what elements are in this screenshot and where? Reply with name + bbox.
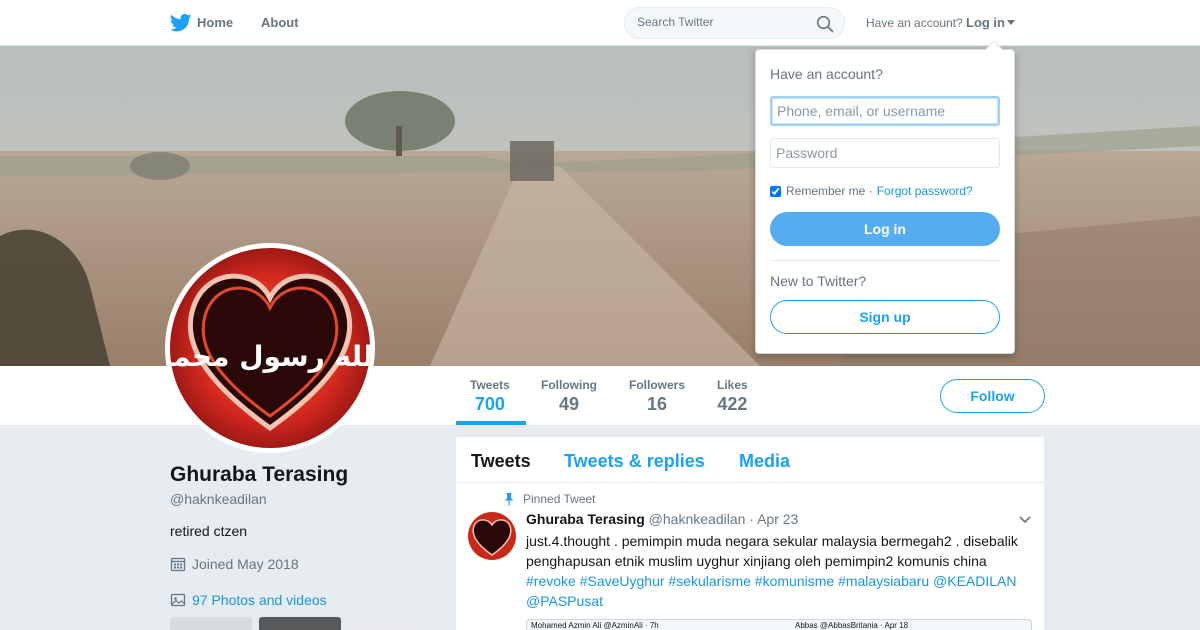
search-input[interactable] [637, 15, 807, 29]
tweet-date[interactable]: · Apr 23 [749, 511, 798, 527]
profile-joined: Joined May 2018 [170, 556, 299, 572]
mention-link[interactable]: @PASPusat [526, 593, 603, 609]
media-preview-left: Mohamed Azmin Ali @AzminAli · 7h [531, 621, 659, 630]
media-thumbnail[interactable] [170, 617, 252, 630]
chevron-down-icon[interactable] [1018, 515, 1032, 525]
have-account-text: Have an account? [866, 16, 963, 30]
stat-label: Tweets [470, 378, 510, 392]
pinned-label: Pinned Tweet [503, 492, 596, 506]
hashtag-link[interactable]: #SaveUyghur [580, 573, 665, 589]
photo-icon [170, 593, 186, 607]
calendar-icon [170, 557, 186, 572]
tweet-media-preview[interactable]: Mohamed Azmin Ali @AzminAli · 7h Abbas @… [526, 619, 1032, 630]
timeline: Tweets Tweets & replies Media Pinned Twe… [456, 437, 1044, 630]
tab-tweets[interactable]: Tweets [471, 451, 531, 472]
forgot-password-link[interactable]: Forgot password? [877, 184, 973, 198]
profile-name[interactable]: Ghuraba Terasing [170, 463, 348, 487]
stat-likes[interactable]: Likes 422 [717, 378, 748, 415]
stat-value: 16 [646, 394, 668, 414]
tweet-author-name[interactable]: Ghuraba Terasing [526, 511, 645, 527]
password-field[interactable] [770, 138, 1000, 168]
remember-row: Remember me · Forgot password? [770, 184, 973, 198]
tab-media[interactable]: Media [739, 451, 790, 472]
media-preview-right: Abbas @AbbasBritania · Apr 18 [795, 621, 909, 630]
avatar-image: الله رسول محمد [170, 248, 370, 448]
search-box[interactable] [624, 7, 845, 39]
pinned-text: Pinned Tweet [523, 492, 596, 506]
login-menu-toggle[interactable]: Log in [966, 15, 1015, 30]
stat-label: Followers [629, 378, 686, 392]
follow-button[interactable]: Follow [940, 379, 1045, 413]
hashtag-link[interactable]: #komunisme [755, 573, 834, 589]
stat-following[interactable]: Following 49 [541, 378, 597, 415]
timeline-tabs: Tweets Tweets & replies Media [456, 437, 1044, 483]
stat-tweets[interactable]: Tweets 700 [470, 378, 510, 415]
tweet-text-line: penghapusan etnik muslim uyghur xinjiang… [526, 553, 987, 569]
stat-value: 700 [474, 394, 505, 414]
dropdown-title: Have an account? [770, 66, 883, 82]
hashtag-link[interactable]: #sekularisme [668, 573, 750, 589]
media-thumbnail[interactable] [347, 617, 429, 630]
stat-value: 49 [558, 394, 580, 414]
dropdown-divider [770, 260, 1000, 261]
avatar-caption: الله رسول محمد [170, 340, 370, 373]
hashtag-link[interactable]: #revoke [526, 573, 576, 589]
stat-followers[interactable]: Followers 16 [629, 378, 685, 415]
top-nav: Home About Have an account? Log in [0, 0, 1200, 46]
mention-link[interactable]: @KEADILAN [933, 573, 1016, 589]
tweet-avatar[interactable] [468, 512, 516, 560]
twitter-bird-icon[interactable] [170, 13, 192, 33]
photos-videos-link[interactable]: 97 Photos and videos [170, 592, 327, 608]
media-thumbnail[interactable] [259, 617, 341, 630]
tweet-avatar-image [468, 512, 516, 560]
tweet-author-handle[interactable]: @haknkeadilan [649, 511, 746, 527]
tweet-text-line: just.4.thought . pemimpin muda negara se… [526, 533, 1018, 549]
stat-label: Following [541, 378, 597, 392]
stat-value: 422 [717, 394, 748, 414]
stat-label: Likes [717, 378, 748, 392]
tweet-header: Ghuraba Terasing @haknkeadilan · Apr 23 [526, 511, 798, 527]
login-label: Log in [966, 15, 1005, 30]
photos-link-text: 97 Photos and videos [192, 592, 327, 608]
nav-home-link[interactable]: Home [197, 15, 233, 30]
search-icon[interactable] [816, 15, 834, 33]
profile-handle[interactable]: @haknkeadilan [170, 491, 267, 507]
signup-button[interactable]: Sign up [770, 300, 1000, 334]
login-button[interactable]: Log in [770, 212, 1000, 246]
username-field[interactable] [770, 96, 1000, 126]
tab-tweets-replies[interactable]: Tweets & replies [564, 451, 705, 472]
remember-me-checkbox[interactable] [770, 185, 781, 197]
active-stat-indicator [456, 421, 526, 425]
profile-avatar[interactable]: الله رسول محمد [165, 243, 375, 453]
tweet-text: just.4.thought . pemimpin muda negara se… [526, 531, 1026, 611]
login-dropdown: Have an account? Remember me · Forgot pa… [755, 40, 1015, 354]
profile-bio: retired ctzen [170, 523, 248, 539]
caret-down-icon [1007, 20, 1015, 25]
joined-text: Joined May 2018 [192, 556, 299, 572]
hashtag-link[interactable]: #malaysiabaru [838, 573, 929, 589]
nav-about-link[interactable]: About [261, 15, 299, 30]
remember-label: Remember me · [786, 184, 873, 198]
new-to-twitter-text: New to Twitter? [770, 273, 867, 289]
pin-icon [504, 493, 514, 506]
